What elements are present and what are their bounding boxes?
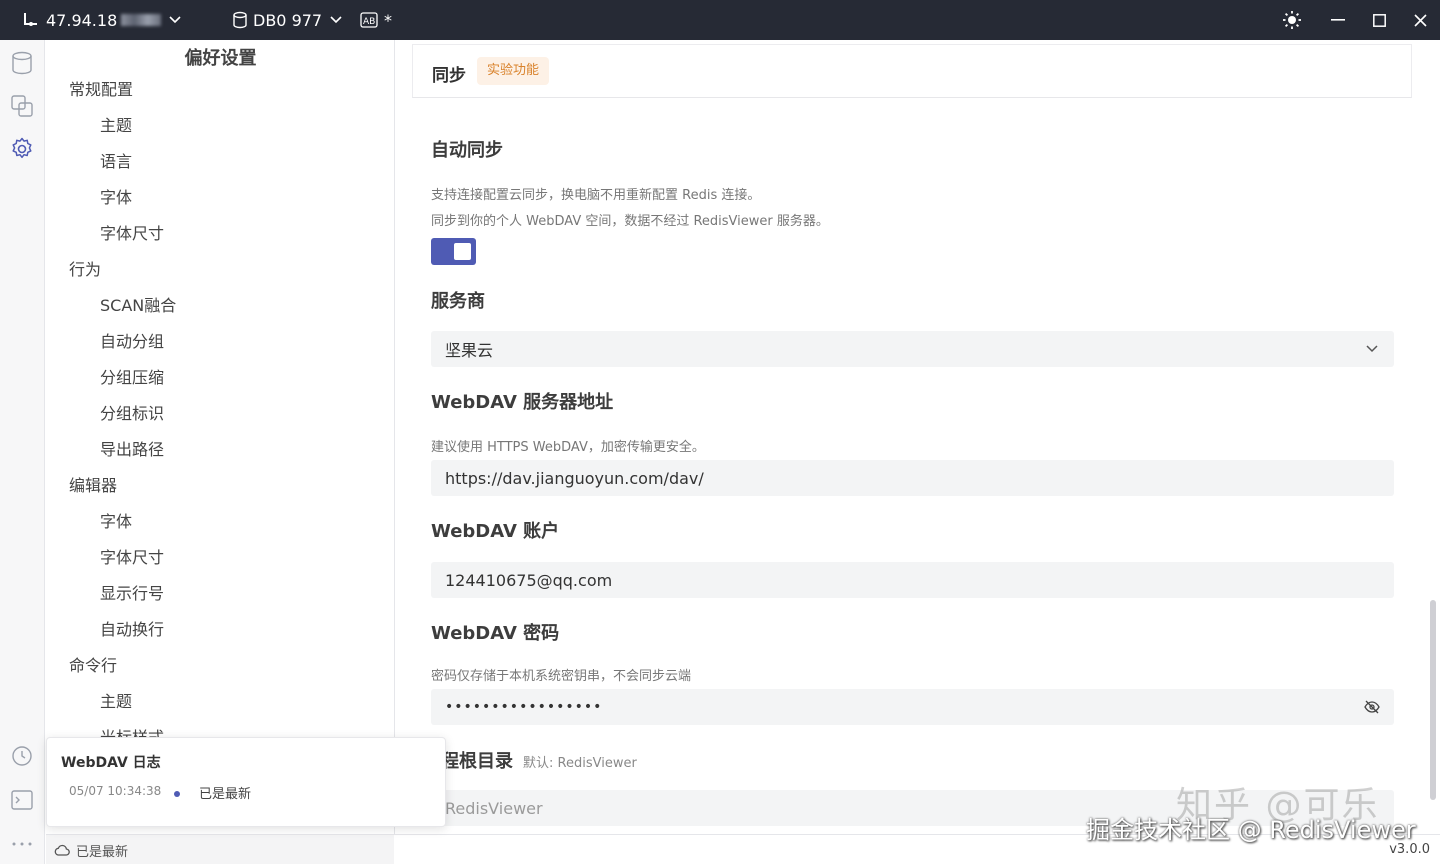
nav-item[interactable]: 主题 <box>100 112 132 136</box>
sync-card-title: 同步 <box>432 66 466 86</box>
webdav-password-desc: 密码仅存储于本机系统密钥串，不会同步云端 <box>431 669 692 684</box>
nav-item[interactable]: 字体尺寸 <box>100 220 164 244</box>
remote-root-label: 程根目录 <box>441 751 513 772</box>
theme-toggle-button[interactable] <box>1272 0 1312 40</box>
nav-item[interactable]: 分组压缩 <box>100 364 164 388</box>
webdav-account-input[interactable]: 124410675@qq.com <box>431 562 1394 598</box>
minimize-icon <box>1331 19 1345 21</box>
toggle-knob <box>454 243 471 260</box>
webdav-account-title: WebDAV 账户 <box>431 521 560 542</box>
nav-item[interactable]: 显示行号 <box>100 580 164 604</box>
database-icon[interactable] <box>10 51 34 75</box>
webdav-log-toast[interactable]: WebDAV 日志 05/07 10:34:38 已是最新 <box>46 737 446 827</box>
webdav-url-title: WebDAV 服务器地址 <box>431 392 614 413</box>
webdav-password-title: WebDAV 密码 <box>431 623 560 644</box>
toast-timestamp: 05/07 10:34:38 <box>69 784 162 798</box>
auto-sync-title: 自动同步 <box>431 140 503 161</box>
minimize-button[interactable] <box>1318 0 1358 40</box>
webdav-password-input[interactable]: ••••••••••••••••• <box>431 689 1394 725</box>
experimental-badge: 实验功能 <box>477 57 550 85</box>
copy-icon[interactable] <box>10 94 34 118</box>
content-scrollbar[interactable] <box>1430 600 1436 800</box>
terminal-icon[interactable] <box>10 788 34 812</box>
sync-status-text: 已是最新 <box>76 844 129 860</box>
nav-item[interactable]: 导出路径 <box>100 436 164 460</box>
svg-text:AB: AB <box>363 17 375 27</box>
password-value: ••••••••••••••••• <box>445 699 603 715</box>
masked-host-segment <box>121 14 162 26</box>
close-icon <box>1413 13 1427 27</box>
maximize-icon <box>1372 13 1386 27</box>
nav-item[interactable]: 分组标识 <box>100 400 164 424</box>
nav-section[interactable]: 行为 <box>69 256 101 280</box>
remote-root-title: 程根目录 默认: RedisViewer <box>441 747 637 773</box>
sync-settings-panel: 同步 实验功能 自动同步 支持连接配置云同步，换电脑不用重新配置 Redis 连… <box>412 44 1412 834</box>
nav-section[interactable]: 常规配置 <box>69 76 133 100</box>
format-selector[interactable]: AB * <box>360 0 392 40</box>
nav-item[interactable]: 字体 <box>100 184 132 208</box>
gear-icon[interactable] <box>10 137 34 161</box>
database-icon <box>232 11 248 29</box>
provider-select[interactable]: 坚果云 <box>431 331 1394 367</box>
nav-item[interactable]: 主题 <box>100 688 132 712</box>
close-button[interactable] <box>1400 0 1440 40</box>
nav-section[interactable]: 编辑器 <box>69 472 117 496</box>
nav-item[interactable]: 语言 <box>100 148 132 172</box>
nav-section[interactable]: 命令行 <box>69 652 117 676</box>
sync-status[interactable]: 已是最新 <box>46 835 394 864</box>
maximize-button[interactable] <box>1359 0 1399 40</box>
cloud-icon <box>54 844 70 856</box>
database-label: DB0 977 <box>253 10 323 30</box>
unsaved-marker: * <box>384 10 392 30</box>
database-selector[interactable]: DB0 977 <box>232 0 342 40</box>
sync-card-header: 同步 实验功能 <box>412 44 1412 98</box>
nav-item[interactable]: 字体尺寸 <box>100 544 164 568</box>
toast-title: WebDAV 日志 <box>61 755 161 771</box>
preferences-nav: 偏好设置 常规配置 主题 语言 字体 字体尺寸 行为 SCAN融合 自动分组 分组压缩 分组标识导… <box>46 40 395 834</box>
webdav-url-desc: 建议使用 HTTPS WebDAV，加密传输更安全。 <box>431 440 705 455</box>
watermark-juejin: 掘金技术社区 @ RedisViewer <box>1086 816 1416 844</box>
sun-icon <box>1282 10 1302 30</box>
connection-selector[interactable]: 47.94.18 <box>22 0 181 40</box>
auto-sync-desc-2: 同步到你的个人 WebDAV 空间，数据不经过 RedisViewer 服务器。 <box>431 214 829 229</box>
chevron-down-icon <box>169 16 181 24</box>
nav-item[interactable]: 字体 <box>100 508 132 532</box>
auto-sync-desc-1: 支持连接配置云同步，换电脑不用重新配置 Redis 连接。 <box>431 188 761 203</box>
connection-host: 47.94.18 <box>46 10 118 30</box>
title-bar: 47.94.18 DB0 977 AB * <box>0 0 1440 40</box>
chevron-down-icon <box>1364 341 1380 357</box>
nav-item[interactable]: 自动换行 <box>100 616 164 640</box>
provider-title: 服务商 <box>431 291 485 312</box>
nav-item[interactable]: 自动分组 <box>100 328 164 352</box>
connection-icon <box>22 11 40 29</box>
chevron-down-icon <box>330 16 342 24</box>
preferences-title: 偏好设置 <box>184 48 257 69</box>
status-dot <box>174 791 180 797</box>
toast-message: 已是最新 <box>199 787 252 802</box>
webdav-url-input[interactable]: https://dav.jianguoyun.com/dav/ <box>431 460 1394 496</box>
provider-value: 坚果云 <box>445 341 494 360</box>
eye-off-icon[interactable] <box>1364 699 1380 715</box>
more-icon[interactable] <box>10 832 34 856</box>
history-icon[interactable] <box>10 744 34 768</box>
format-icon: AB <box>360 12 378 28</box>
auto-sync-toggle[interactable] <box>431 238 476 265</box>
activity-bar <box>0 40 45 864</box>
nav-item[interactable]: SCAN融合 <box>100 292 176 316</box>
remote-root-default-hint: 默认: RedisViewer <box>523 756 637 771</box>
